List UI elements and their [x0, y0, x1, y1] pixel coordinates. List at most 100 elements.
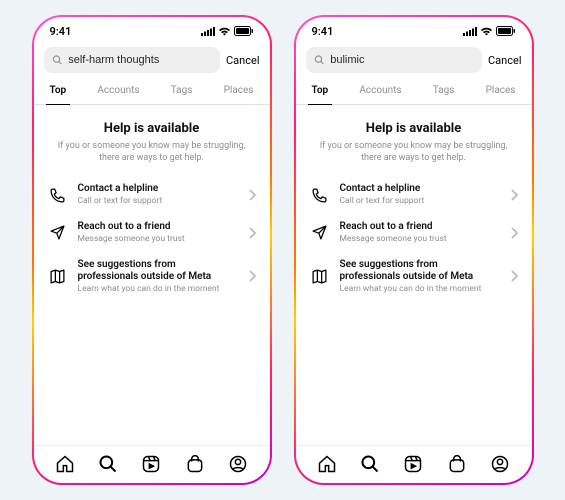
shop-icon — [185, 454, 205, 474]
signal-icon — [463, 27, 477, 36]
nav-profile[interactable] — [223, 454, 253, 474]
option-title: Reach out to a friend — [340, 221, 500, 233]
chevron-right-icon — [510, 227, 518, 239]
search-input[interactable] — [68, 54, 212, 66]
search-box[interactable] — [306, 47, 483, 73]
help-subtitle: If you or someone you know may be strugg… — [314, 140, 514, 164]
chevron-right-icon — [248, 270, 256, 282]
nav-search[interactable] — [93, 454, 123, 474]
nav-search[interactable] — [355, 454, 385, 474]
option-sub: Message someone you trust — [78, 234, 238, 245]
tab-tags[interactable]: Tags — [431, 79, 457, 104]
nav-reels[interactable] — [398, 454, 428, 474]
search-input[interactable] — [330, 54, 474, 66]
profile-icon — [490, 454, 510, 474]
option-title: See suggestions from professionals outsi… — [78, 259, 238, 283]
nav-home[interactable] — [312, 454, 342, 474]
help-options: Contact a helpline Call or text for supp… — [34, 172, 270, 301]
phone-icon — [48, 187, 68, 204]
help-options: Contact a helpline Call or text for supp… — [296, 172, 532, 301]
option-friend[interactable]: Reach out to a friend Message someone yo… — [40, 214, 264, 252]
option-sub: Call or text for support — [340, 196, 500, 207]
help-title: Help is available — [314, 121, 514, 136]
chevron-right-icon — [248, 189, 256, 201]
help-block: Help is available If you or someone you … — [34, 105, 270, 172]
phone-icon — [310, 187, 330, 204]
tab-accounts[interactable]: Accounts — [95, 79, 141, 104]
cancel-button[interactable]: Cancel — [226, 54, 259, 67]
nav-shop[interactable] — [442, 454, 472, 474]
option-text: Contact a helpline Call or text for supp… — [340, 183, 500, 207]
option-title: Contact a helpline — [78, 183, 238, 195]
tab-top[interactable]: Top — [310, 79, 331, 104]
help-block: Help is available If you or someone you … — [296, 105, 532, 172]
chevron-right-icon — [510, 270, 518, 282]
status-icons — [201, 26, 254, 36]
option-professionals[interactable]: See suggestions from professionals outsi… — [302, 252, 526, 302]
battery-icon — [496, 26, 516, 36]
search-row: Cancel — [296, 41, 532, 79]
search-icon — [314, 54, 325, 66]
option-title: See suggestions from professionals outsi… — [340, 259, 500, 283]
home-icon — [55, 454, 75, 474]
reels-icon — [403, 454, 423, 474]
search-icon — [98, 454, 118, 474]
map-icon — [48, 268, 68, 285]
help-subtitle: If you or someone you know may be strugg… — [52, 140, 252, 164]
option-friend[interactable]: Reach out to a friend Message someone yo… — [302, 214, 526, 252]
option-title: Reach out to a friend — [78, 221, 238, 233]
option-sub: Learn what you can do in the moment — [78, 284, 238, 295]
map-icon — [310, 268, 330, 285]
help-title: Help is available — [52, 121, 252, 136]
chevron-right-icon — [248, 227, 256, 239]
reels-icon — [141, 454, 161, 474]
nav-profile[interactable] — [485, 454, 515, 474]
tab-top[interactable]: Top — [48, 79, 69, 104]
option-text: Contact a helpline Call or text for supp… — [78, 183, 238, 207]
option-sub: Call or text for support — [78, 196, 238, 207]
phone-frame: 9:41 Cancel Top Accounts Tags Places Hel… — [32, 15, 272, 485]
option-helpline[interactable]: Contact a helpline Call or text for supp… — [40, 176, 264, 214]
screen: 9:41 Cancel Top Accounts Tags Places Hel… — [296, 17, 532, 483]
bottom-nav — [296, 445, 532, 483]
status-bar: 9:41 — [34, 17, 270, 41]
option-text: See suggestions from professionals outsi… — [340, 259, 500, 295]
option-text: Reach out to a friend Message someone yo… — [78, 221, 238, 245]
wifi-icon — [218, 27, 231, 36]
nav-reels[interactable] — [136, 454, 166, 474]
wifi-icon — [480, 27, 493, 36]
option-helpline[interactable]: Contact a helpline Call or text for supp… — [302, 176, 526, 214]
chevron-right-icon — [510, 189, 518, 201]
search-icon — [52, 54, 63, 66]
option-text: Reach out to a friend Message someone yo… — [340, 221, 500, 245]
status-icons — [463, 26, 516, 36]
tab-tags[interactable]: Tags — [169, 79, 195, 104]
cancel-button[interactable]: Cancel — [488, 54, 521, 67]
option-title: Contact a helpline — [340, 183, 500, 195]
shop-icon — [447, 454, 467, 474]
nav-shop[interactable] — [180, 454, 210, 474]
tab-accounts[interactable]: Accounts — [357, 79, 403, 104]
send-icon — [310, 224, 330, 241]
search-tabs: Top Accounts Tags Places — [34, 79, 270, 105]
battery-icon — [234, 26, 254, 36]
option-sub: Message someone you trust — [340, 234, 500, 245]
nav-home[interactable] — [50, 454, 80, 474]
send-icon — [48, 224, 68, 241]
tab-places[interactable]: Places — [484, 79, 518, 104]
option-sub: Learn what you can do in the moment — [340, 284, 500, 295]
search-row: Cancel — [34, 41, 270, 79]
bottom-nav — [34, 445, 270, 483]
search-box[interactable] — [44, 47, 221, 73]
tab-places[interactable]: Places — [222, 79, 256, 104]
status-time: 9:41 — [312, 25, 334, 38]
profile-icon — [228, 454, 248, 474]
search-icon — [360, 454, 380, 474]
signal-icon — [201, 27, 215, 36]
screen: 9:41 Cancel Top Accounts Tags Places Hel… — [34, 17, 270, 483]
status-time: 9:41 — [50, 25, 72, 38]
status-bar: 9:41 — [296, 17, 532, 41]
option-professionals[interactable]: See suggestions from professionals outsi… — [40, 252, 264, 302]
home-icon — [317, 454, 337, 474]
option-text: See suggestions from professionals outsi… — [78, 259, 238, 295]
